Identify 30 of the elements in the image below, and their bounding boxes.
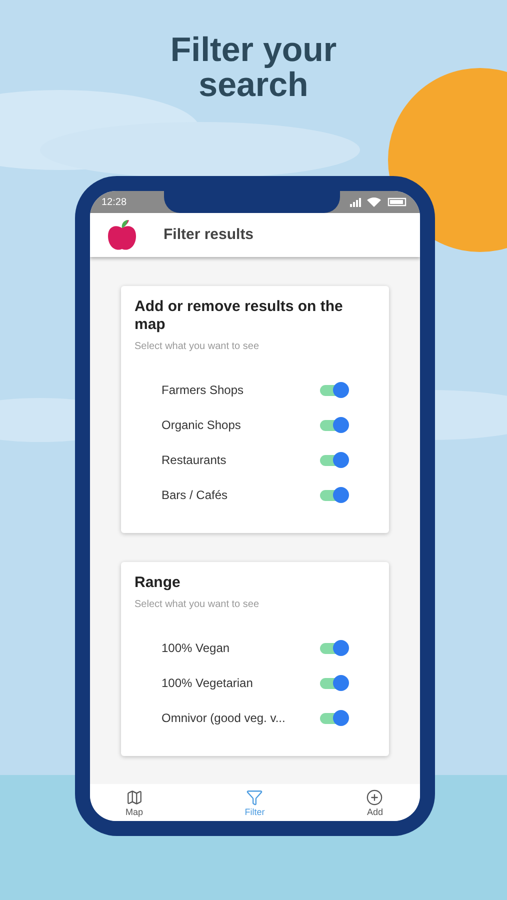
toggle-switch[interactable]	[318, 710, 348, 726]
app-bar-title: Filter results	[164, 224, 254, 245]
card-subtitle: Select what you want to see	[134, 340, 260, 354]
toggle-switch[interactable]	[318, 452, 348, 468]
apple-logo-icon	[106, 218, 138, 252]
filter-icon	[246, 788, 264, 806]
add-icon	[366, 788, 384, 806]
toggle-switch[interactable]	[318, 675, 348, 691]
option-label: Bars / Cafés	[162, 487, 228, 504]
battery-icon	[386, 197, 408, 207]
option-label: Omnivor (good veg. v...	[162, 710, 286, 727]
toggle-switch[interactable]	[318, 417, 348, 433]
wifi-icon	[366, 197, 380, 207]
option-label: 100% Vegetarian	[162, 675, 253, 692]
toggle-switch[interactable]	[318, 382, 348, 398]
option-label: Organic Shops	[162, 417, 241, 434]
option-label: Farmers Shops	[162, 382, 244, 399]
card-title: Add or remove results on the map	[134, 298, 344, 334]
signal-icon	[350, 197, 360, 207]
nav-tab[interactable]: Add	[366, 788, 384, 816]
status-time: 12:28	[102, 196, 127, 210]
card-title: Range	[134, 574, 182, 592]
map-icon	[126, 788, 143, 806]
headline: Filter your search	[169, 33, 338, 103]
toggle-switch[interactable]	[318, 640, 348, 656]
option-label: Restaurants	[162, 452, 226, 469]
nav-tab[interactable]: Map	[126, 788, 144, 816]
toggle-switch[interactable]	[318, 487, 348, 503]
card-subtitle: Select what you want to see	[134, 598, 260, 612]
option-label: 100% Vegan	[162, 640, 230, 657]
